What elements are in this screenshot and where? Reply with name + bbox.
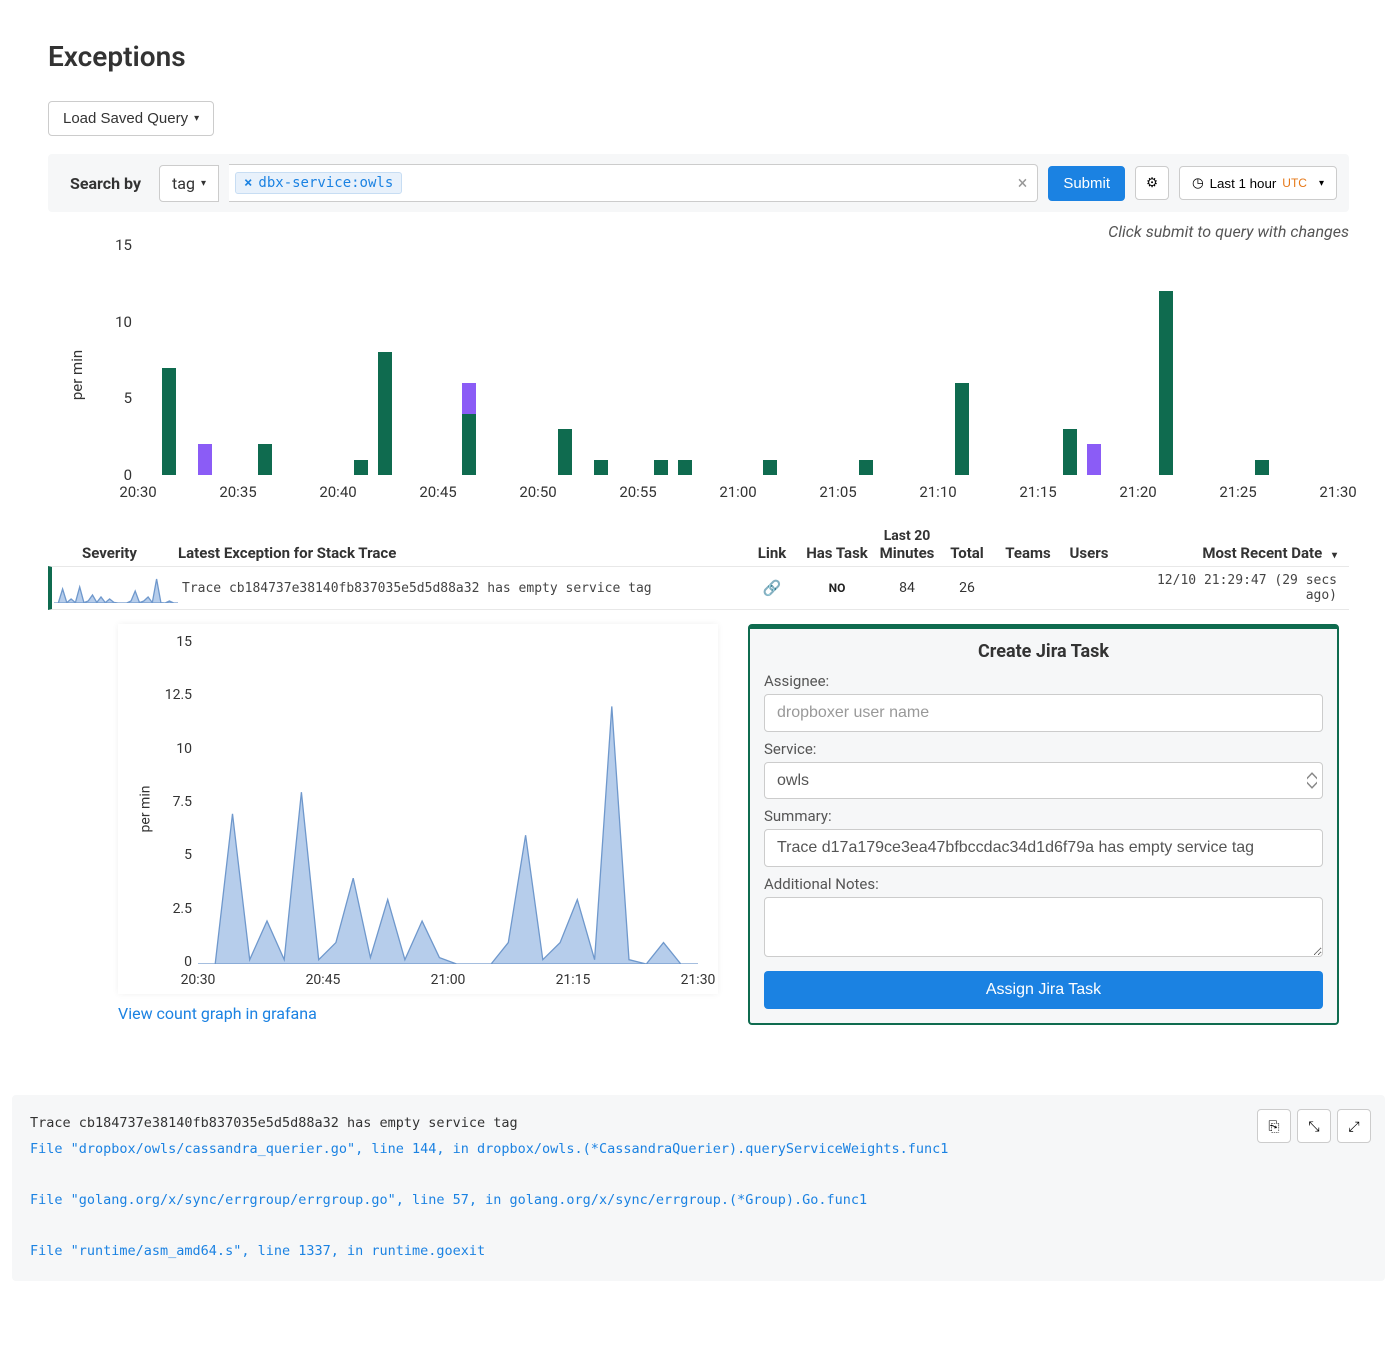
clear-search-icon[interactable]: × [1018, 173, 1028, 194]
jira-card-title: Create Jira Task [764, 641, 1323, 662]
has-task-value: NO [829, 581, 846, 595]
service-label: Service: [764, 740, 1323, 758]
stack-file-link[interactable]: File "dropbox/owls/cassandra_querier.go"… [30, 1137, 1367, 1163]
area-svg [198, 642, 698, 964]
chart-ylabel: per min [68, 350, 86, 400]
time-range-button[interactable]: ◷ Last 1 hour UTC ▾ [1179, 166, 1337, 200]
col-severity[interactable]: Severity [48, 544, 178, 562]
sort-caret-icon: ▾ [1332, 550, 1337, 561]
search-mode-value: tag [172, 174, 195, 193]
col-latest[interactable]: Latest Exception for Stack Trace [178, 544, 747, 562]
page-title: Exceptions [48, 40, 1349, 73]
col-recent-label: Most Recent Date [1202, 544, 1322, 562]
mini-ylabel: per min [137, 786, 153, 833]
col-teams[interactable]: Teams [997, 544, 1059, 562]
create-jira-card: Create Jira Task Assignee: Service: owls… [748, 624, 1339, 1025]
row-last20: 84 [877, 580, 937, 596]
notes-label: Additional Notes: [764, 875, 1323, 893]
row-detail: per min 02.557.51012.515 20:3020:4521:00… [118, 624, 1339, 1025]
link-icon: 🔗 [763, 579, 782, 597]
notes-textarea[interactable] [764, 897, 1323, 957]
table-header: Severity Latest Exception for Stack Trac… [48, 523, 1349, 566]
service-select[interactable]: owls [764, 762, 1323, 799]
search-bar: Search by tag ▾ × dbx-service:owls × Sub… [48, 154, 1349, 212]
chip-text: dbx-service:owls [258, 175, 393, 191]
expand-icon: ⤢ [1348, 1118, 1359, 1135]
caret-down-icon: ▾ [194, 113, 199, 124]
timezone-label: UTC [1282, 176, 1307, 190]
exceptions-bar-chart: per min 051015 20:3020:3520:4020:4520:50… [58, 245, 1349, 505]
submit-hint: Click submit to query with changes [48, 222, 1349, 241]
stack-trace-box: ⎘ ⤡ ⤢ Trace cb184737e38140fb837035e5d5d8… [12, 1095, 1385, 1281]
col-last20-bot: Minutes [880, 544, 935, 562]
caret-down-icon: ▾ [1319, 178, 1324, 189]
col-last20[interactable]: Last 20 Minutes [877, 528, 937, 562]
summary-input[interactable] [764, 829, 1323, 867]
chip-remove-icon[interactable]: × [244, 175, 252, 191]
stack-line: Trace cb184737e38140fb837035e5d5d88a32 h… [30, 1111, 1367, 1137]
search-input[interactable]: × dbx-service:owls × [229, 164, 1038, 202]
col-users[interactable]: Users [1059, 544, 1119, 562]
row-has-task: NO [797, 580, 877, 596]
load-saved-query-label: Load Saved Query [63, 110, 188, 127]
row-link[interactable]: 🔗 [747, 579, 797, 597]
assignee-label: Assignee: [764, 672, 1323, 690]
col-has-task[interactable]: Has Task [797, 544, 877, 562]
time-range-label: Last 1 hour [1210, 176, 1277, 191]
filter-chip[interactable]: × dbx-service:owls [235, 172, 402, 194]
load-saved-query-button[interactable]: Load Saved Query ▾ [48, 101, 214, 136]
gear-icon: ⚙ [1146, 175, 1158, 190]
search-by-label: Search by [70, 174, 141, 193]
grafana-link[interactable]: View count graph in grafana [118, 1004, 317, 1023]
severity-sparkline [54, 573, 178, 603]
collapse-icon: ⤡ [1308, 1118, 1319, 1135]
row-message: Trace cb184737e38140fb837035e5d5d88a32 h… [182, 581, 747, 596]
col-total-label: Total [950, 544, 984, 562]
summary-label: Summary: [764, 807, 1323, 825]
search-mode-dropdown[interactable]: tag ▾ [159, 165, 219, 202]
row-total: 26 [937, 580, 997, 596]
detail-area-chart: per min 02.557.51012.515 20:3020:4521:00… [118, 624, 718, 994]
clock-icon: ◷ [1192, 175, 1204, 191]
submit-button[interactable]: Submit [1048, 166, 1125, 201]
stack-file-link[interactable]: File "golang.org/x/sync/errgroup/errgrou… [30, 1188, 1367, 1214]
copy-button[interactable]: ⎘ [1257, 1109, 1291, 1143]
copy-icon: ⎘ [1268, 1118, 1279, 1135]
stack-file-link[interactable]: File "runtime/asm_amd64.s", line 1337, i… [30, 1239, 1367, 1265]
col-link[interactable]: Link [747, 544, 797, 562]
expand-button[interactable]: ⤢ [1337, 1109, 1371, 1143]
table-row[interactable]: Trace cb184737e38140fb837035e5d5d88a32 h… [48, 566, 1349, 610]
assignee-input[interactable] [764, 694, 1323, 732]
collapse-button[interactable]: ⤡ [1297, 1109, 1331, 1143]
row-date: 12/10 21:29:47 (29 secs ago) [1119, 573, 1349, 603]
col-last20-top: Last 20 [877, 528, 937, 544]
col-total[interactable]: Total [937, 527, 997, 562]
settings-button[interactable]: ⚙ [1135, 166, 1169, 200]
assign-jira-button[interactable]: Assign Jira Task [764, 971, 1323, 1009]
caret-down-icon: ▾ [201, 178, 206, 189]
col-recent-date[interactable]: Most Recent Date ▾ [1119, 544, 1349, 562]
